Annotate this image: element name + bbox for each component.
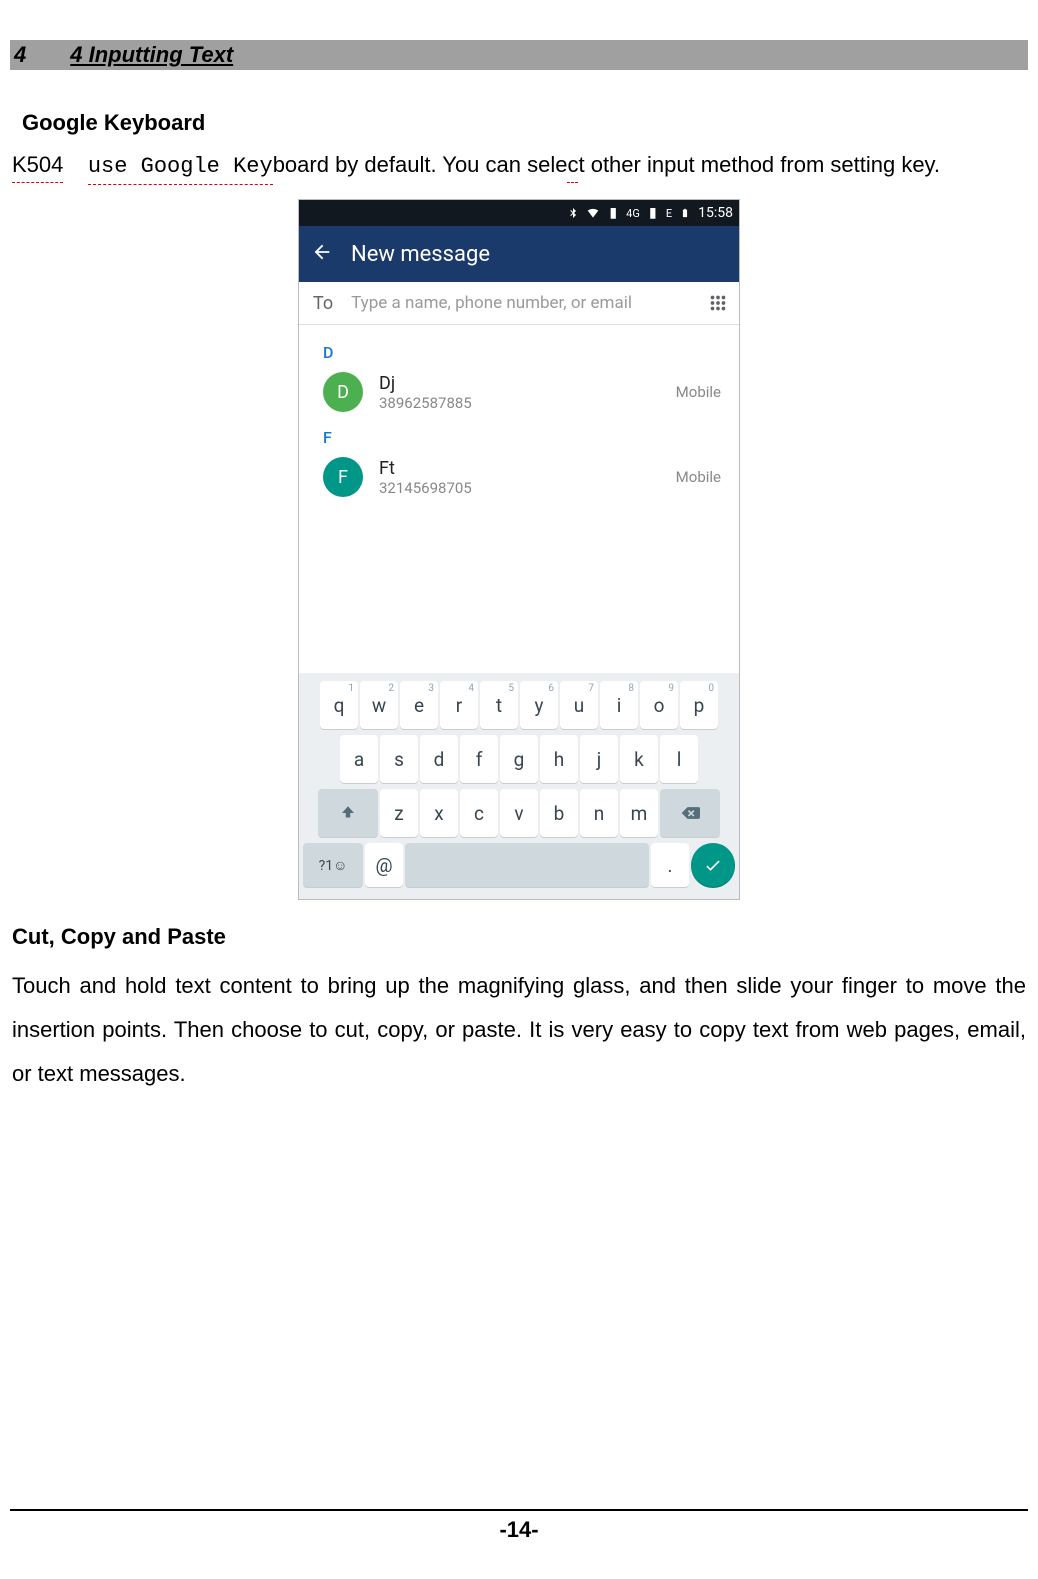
key-b[interactable]: b xyxy=(540,789,578,837)
contact-name: Ft xyxy=(379,458,660,479)
signal-icon: ▮ xyxy=(606,206,620,220)
space-key[interactable] xyxy=(405,843,649,887)
key-f[interactable]: f xyxy=(460,735,498,783)
key-z[interactable]: z xyxy=(380,789,418,837)
heading-google-keyboard: Google Keyboard xyxy=(22,110,1028,136)
shift-key[interactable] xyxy=(318,789,378,837)
app-bar: New message xyxy=(299,226,739,282)
section-letter-d: D xyxy=(299,333,739,366)
key-m[interactable]: m xyxy=(620,789,658,837)
section-letter-f: F xyxy=(299,418,739,451)
battery-icon xyxy=(678,206,692,220)
dialpad-icon[interactable] xyxy=(707,292,729,314)
key-r[interactable]: 4r xyxy=(440,681,478,729)
contact-name: Dj xyxy=(379,373,660,394)
key-j[interactable]: j xyxy=(580,735,618,783)
at-key[interactable]: @ xyxy=(365,843,403,887)
key-x[interactable]: x xyxy=(420,789,458,837)
key-d[interactable]: d xyxy=(420,735,458,783)
heading-cut-copy-paste: Cut, Copy and Paste xyxy=(12,924,1028,950)
key-e[interactable]: 3e xyxy=(400,681,438,729)
symbols-key[interactable]: ?1☺ xyxy=(303,843,363,887)
key-w[interactable]: 2w xyxy=(360,681,398,729)
status-batt-letter: E xyxy=(666,207,672,220)
key-k[interactable]: k xyxy=(620,735,658,783)
key-t[interactable]: 5t xyxy=(480,681,518,729)
key-p[interactable]: 0p xyxy=(680,681,718,729)
to-row: To Type a name, phone number, or email xyxy=(299,282,739,325)
contact-row-ft[interactable]: F Ft 32145698705 Mobile xyxy=(299,451,739,503)
to-input[interactable]: Type a name, phone number, or email xyxy=(351,293,689,313)
key-g[interactable]: g xyxy=(500,735,538,783)
key-i[interactable]: 8i xyxy=(600,681,638,729)
paragraph-cut-copy-paste: Touch and hold text content to bring up … xyxy=(12,964,1026,1096)
section-number: 4 xyxy=(14,42,26,68)
key-q[interactable]: 1q xyxy=(320,681,358,729)
section-title: 4 Inputting Text xyxy=(70,42,233,68)
key-u[interactable]: 7u xyxy=(560,681,598,729)
status-bar: ▮ 4G ▮ E 15:58 xyxy=(299,200,739,226)
back-icon[interactable] xyxy=(311,241,333,267)
section-header: 4 4 Inputting Text xyxy=(10,40,1028,70)
contact-number: 38962587885 xyxy=(379,394,660,412)
key-h[interactable]: h xyxy=(540,735,578,783)
key-a[interactable]: a xyxy=(340,735,378,783)
page-footer: -14- xyxy=(0,1509,1038,1543)
contact-row-dj[interactable]: D Dj 38962587885 Mobile xyxy=(299,366,739,418)
key-l[interactable]: l xyxy=(660,735,698,783)
bluetooth-icon xyxy=(566,206,580,220)
wifi-icon xyxy=(586,206,600,220)
status-time: 15:58 xyxy=(698,205,733,221)
page-number: -14- xyxy=(499,1517,538,1542)
appbar-title: New message xyxy=(351,242,490,267)
phone-screenshot: ▮ 4G ▮ E 15:58 New message To Type a nam… xyxy=(298,199,740,900)
key-y[interactable]: 6y xyxy=(520,681,558,729)
mono-fragment: use Google Key xyxy=(88,150,273,185)
contacts-list: D D Dj 38962587885 Mobile F F xyxy=(299,325,739,673)
paragraph-keyboard-intro: K504 use Google Keyboard by default. You… xyxy=(12,148,1026,185)
status-net: 4G xyxy=(626,207,640,220)
backspace-key[interactable] xyxy=(660,789,720,837)
enter-key[interactable] xyxy=(691,843,735,887)
model-code: K504 xyxy=(12,148,63,183)
to-label: To xyxy=(313,293,333,314)
contact-type: Mobile xyxy=(676,383,721,401)
signal2-icon: ▮ xyxy=(646,206,660,220)
contact-type: Mobile xyxy=(676,468,721,486)
avatar: F xyxy=(323,457,363,497)
contact-number: 32145698705 xyxy=(379,479,660,497)
dot-key[interactable]: . xyxy=(651,843,689,887)
key-c[interactable]: c xyxy=(460,789,498,837)
key-o[interactable]: 9o xyxy=(640,681,678,729)
key-v[interactable]: v xyxy=(500,789,538,837)
key-n[interactable]: n xyxy=(580,789,618,837)
keyboard: 1q2w3e4r5t6y7u8i9o0p asdfghjkl zxcvbnm ?… xyxy=(299,673,739,899)
avatar: D xyxy=(323,372,363,412)
key-s[interactable]: s xyxy=(380,735,418,783)
